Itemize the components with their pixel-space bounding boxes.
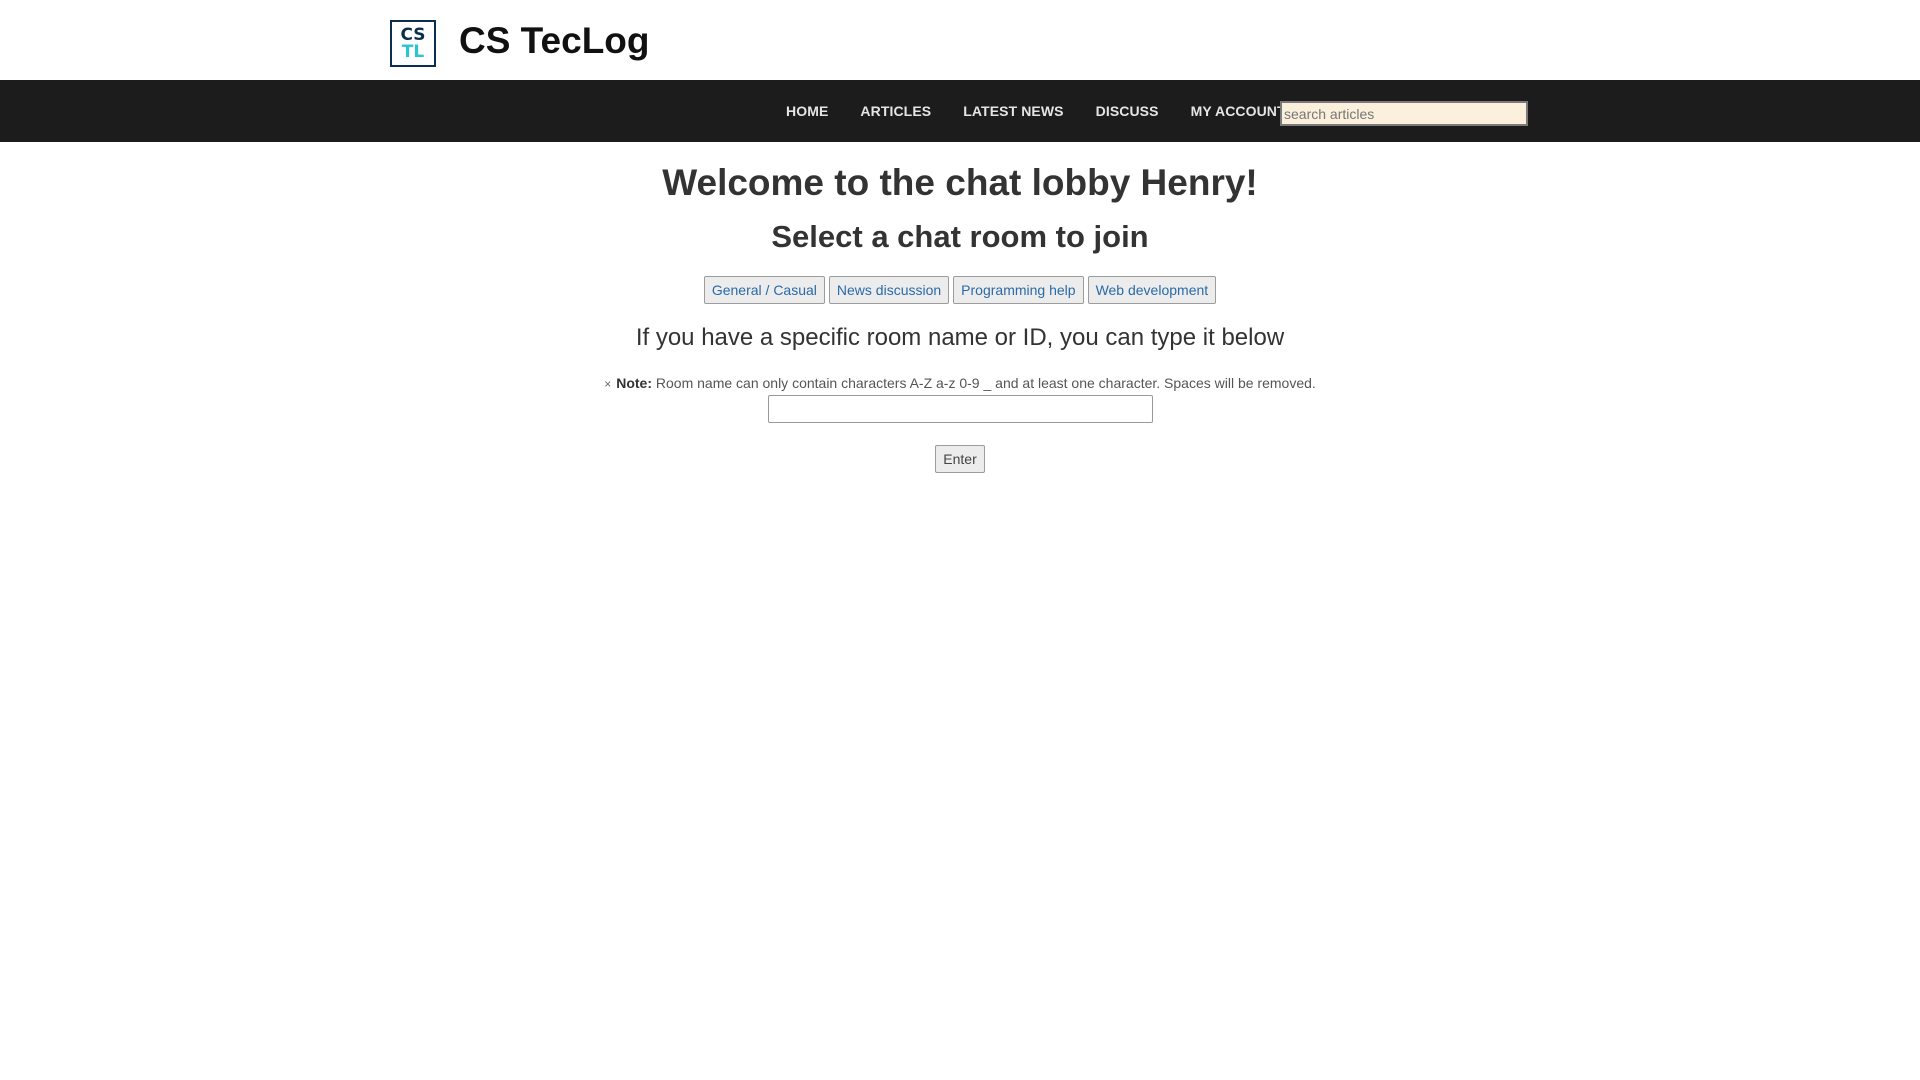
room-web-development-button[interactable]: Web development — [1087, 276, 1217, 304]
note-label: Note: — [616, 375, 652, 391]
logo-text-bottom: TL — [401, 41, 425, 62]
logo-text-top: CS — [400, 24, 426, 45]
nav-home[interactable]: HOME — [770, 80, 844, 142]
room-programming-help-button[interactable]: Programming help — [953, 276, 1084, 304]
search-articles-input[interactable] — [1280, 101, 1528, 126]
site-logo[interactable]: CS TL — [390, 20, 436, 67]
nav-discuss[interactable]: DISCUSS — [1080, 80, 1175, 142]
specific-room-instructions: If you have a specific room name or ID, … — [635, 324, 1285, 351]
site-title[interactable]: CS TecLog — [459, 19, 650, 63]
nav-latest-news[interactable]: LATEST NEWS — [947, 80, 1079, 142]
main-navbar: HOME ARTICLES LATEST NEWS DISCUSS MY ACC… — [0, 80, 1920, 142]
site-header: CS TL CS TecLog — [0, 0, 1920, 80]
note-text: Room name can only contain characters A-… — [652, 375, 1316, 391]
enter-button[interactable]: Enter — [935, 445, 985, 473]
room-general-casual-button[interactable]: General / Casual — [703, 276, 825, 304]
chat-lobby: Welcome to the chat lobby Henry! Select … — [0, 142, 1920, 473]
nav-articles[interactable]: ARTICLES — [844, 80, 947, 142]
room-name-input[interactable] — [767, 395, 1153, 423]
nav-links: HOME ARTICLES LATEST NEWS DISCUSS MY ACC… — [770, 80, 1302, 142]
room-button-group: General / Casual News discussion Program… — [0, 276, 1920, 304]
page-title: Welcome to the chat lobby Henry! — [662, 162, 1258, 203]
page-subtitle: Select a chat room to join — [771, 219, 1149, 254]
room-name-note: × Note: Room name can only contain charac… — [0, 375, 1920, 392]
room-news-discussion-button[interactable]: News discussion — [828, 276, 950, 304]
close-icon[interactable]: × — [604, 377, 611, 391]
